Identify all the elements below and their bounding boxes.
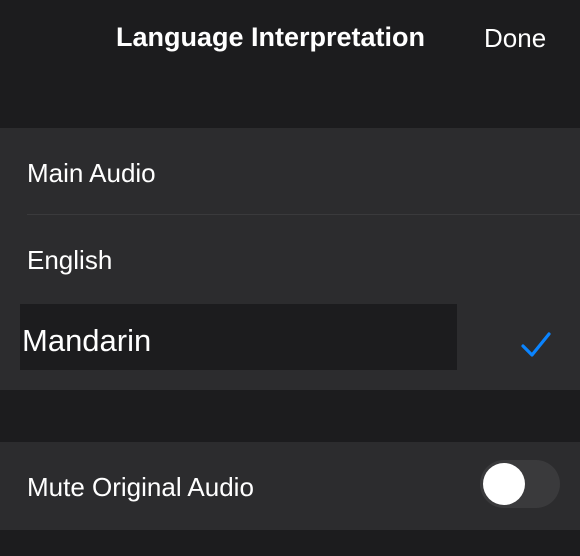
done-button[interactable]: Done [484, 23, 546, 54]
checkmark-icon [521, 332, 551, 357]
language-row-mandarin[interactable]: Mandarin [0, 304, 580, 374]
section-spacer [0, 390, 580, 442]
language-row-english[interactable]: English [0, 215, 580, 303]
toggle-knob [483, 463, 525, 505]
language-label: English [27, 245, 113, 275]
section-spacer [0, 80, 580, 128]
bottom-spacer [0, 530, 580, 556]
language-list: Main Audio English Mandarin [0, 128, 580, 390]
language-label: Mandarin [22, 323, 152, 358]
mute-original-audio-label: Mute Original Audio [27, 472, 254, 502]
language-interpretation-screen: Language Interpretation Done Main Audio … [0, 0, 580, 556]
language-row-main-audio[interactable]: Main Audio [0, 128, 580, 214]
mute-original-audio-row: Mute Original Audio [0, 442, 580, 530]
page-title: Language Interpretation [116, 22, 426, 52]
language-label: Main Audio [27, 158, 156, 188]
mute-original-audio-toggle[interactable] [480, 460, 560, 508]
audio-options: Mute Original Audio [0, 442, 580, 530]
navigation-bar: Language Interpretation Done [0, 0, 580, 80]
